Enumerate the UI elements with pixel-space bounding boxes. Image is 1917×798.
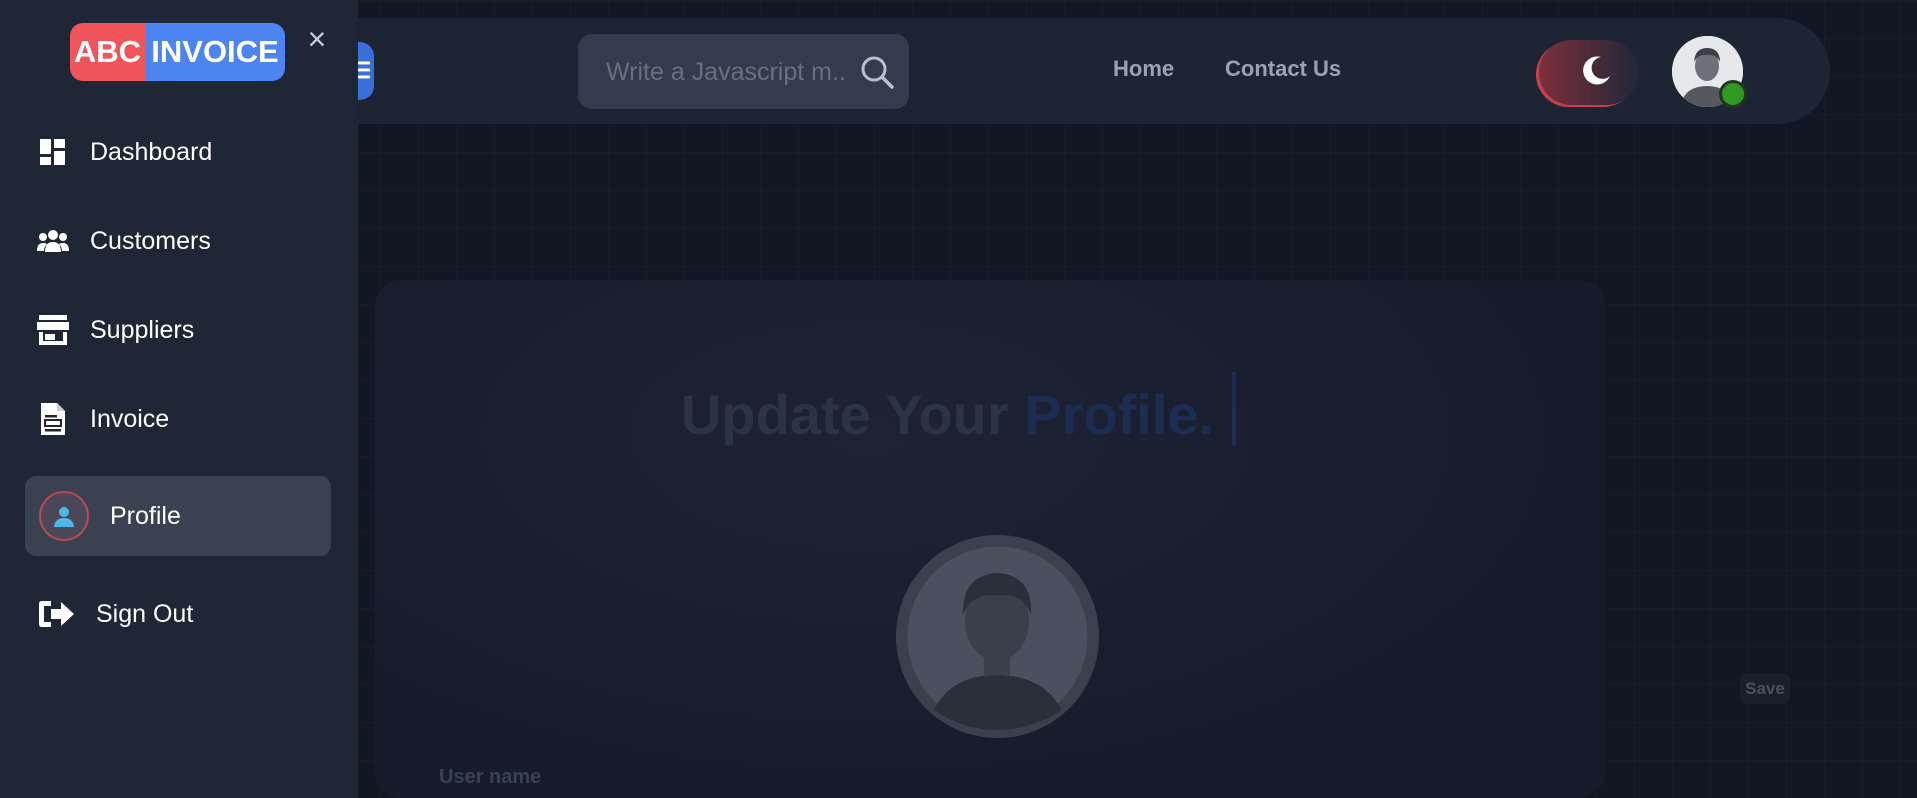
app-logo[interactable]: ABC INVOICE (70, 23, 285, 81)
username-label: User name (439, 766, 542, 788)
sidebar-item-label: Profile (110, 501, 181, 530)
invoice-icon (37, 403, 69, 435)
profile-icon (39, 491, 89, 541)
theme-toggle[interactable] (1539, 40, 1639, 105)
profile-silhouette-icon (896, 535, 1099, 738)
search-box (578, 34, 909, 111)
store-icon (37, 314, 69, 346)
sidebar-item-suppliers[interactable]: Suppliers (25, 290, 331, 370)
logo-abc-text: ABC (70, 23, 145, 81)
sidebar-item-label: Dashboard (90, 137, 213, 166)
sidebar-item-sign-out[interactable]: Sign Out (25, 574, 331, 654)
save-button[interactable]: Save (1740, 674, 1790, 704)
sidebar: ABC INVOICE × Dashboard Customers Suppli… (0, 0, 358, 798)
sign-out-icon (37, 598, 75, 630)
online-status-indicator (1719, 80, 1747, 108)
sidebar-item-invoice[interactable]: Invoice (25, 379, 331, 459)
moon-icon (1583, 56, 1610, 85)
sidebar-item-dashboard[interactable]: Dashboard (25, 112, 331, 192)
search-input[interactable] (604, 34, 848, 111)
sidebar-item-label: Customers (90, 226, 211, 255)
sidebar-item-label: Sign Out (96, 599, 194, 628)
logo-invoice-text: INVOICE (145, 23, 285, 81)
close-sidebar-button[interactable]: × (300, 22, 334, 56)
users-icon (37, 225, 69, 257)
profile-picture[interactable] (896, 535, 1099, 738)
title-accent: Profile. (1024, 383, 1215, 446)
nav-link-contact-us[interactable]: Contact Us (1225, 56, 1341, 82)
search-icon[interactable] (859, 54, 895, 90)
title-plain: Update Your (680, 383, 1009, 446)
sidebar-item-customers[interactable]: Customers (25, 201, 331, 281)
dashboard-icon (37, 136, 69, 168)
nav-link-home[interactable]: Home (1113, 56, 1174, 82)
sidebar-item-label: Suppliers (90, 315, 195, 344)
sidebar-item-label: Invoice (90, 404, 170, 433)
sidebar-item-profile[interactable]: Profile (25, 476, 331, 556)
typing-caret (1232, 372, 1237, 446)
